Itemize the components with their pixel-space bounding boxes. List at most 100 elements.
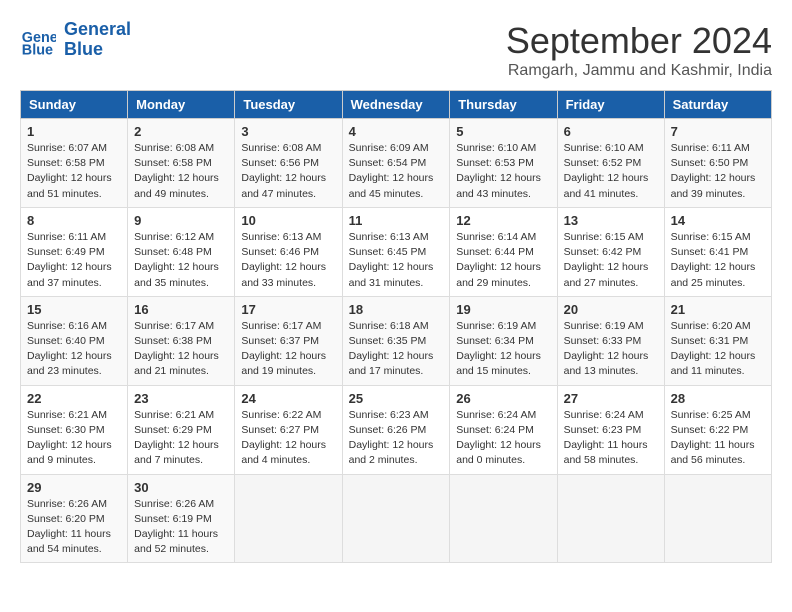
month-title: September 2024 (506, 20, 772, 62)
calendar-cell: 30 Sunrise: 6:26 AMSunset: 6:19 PMDaylig… (128, 474, 235, 563)
title-area: September 2024 Ramgarh, Jammu and Kashmi… (506, 20, 772, 80)
calendar-cell: 20 Sunrise: 6:19 AMSunset: 6:33 PMDaylig… (557, 296, 664, 385)
day-info: Sunrise: 6:09 AMSunset: 6:54 PMDaylight:… (349, 141, 444, 202)
column-header-friday: Friday (557, 91, 664, 119)
logo-text-general: General (64, 20, 131, 40)
day-number: 10 (241, 213, 335, 228)
day-number: 13 (564, 213, 658, 228)
day-info: Sunrise: 6:26 AMSunset: 6:19 PMDaylight:… (134, 497, 228, 558)
column-header-saturday: Saturday (664, 91, 771, 119)
calendar-cell: 4 Sunrise: 6:09 AMSunset: 6:54 PMDayligh… (342, 119, 450, 208)
calendar-cell: 1 Sunrise: 6:07 AMSunset: 6:58 PMDayligh… (21, 119, 128, 208)
calendar-week-row: 1 Sunrise: 6:07 AMSunset: 6:58 PMDayligh… (21, 119, 772, 208)
calendar-cell: 8 Sunrise: 6:11 AMSunset: 6:49 PMDayligh… (21, 207, 128, 296)
day-info: Sunrise: 6:10 AMSunset: 6:53 PMDaylight:… (456, 141, 550, 202)
day-info: Sunrise: 6:17 AMSunset: 6:38 PMDaylight:… (134, 319, 228, 380)
day-info: Sunrise: 6:12 AMSunset: 6:48 PMDaylight:… (134, 230, 228, 291)
calendar-week-row: 15 Sunrise: 6:16 AMSunset: 6:40 PMDaylig… (21, 296, 772, 385)
day-number: 11 (349, 213, 444, 228)
calendar-cell (557, 474, 664, 563)
calendar-cell: 21 Sunrise: 6:20 AMSunset: 6:31 PMDaylig… (664, 296, 771, 385)
calendar-cell: 14 Sunrise: 6:15 AMSunset: 6:41 PMDaylig… (664, 207, 771, 296)
day-number: 22 (27, 391, 121, 406)
day-info: Sunrise: 6:08 AMSunset: 6:56 PMDaylight:… (241, 141, 335, 202)
day-number: 6 (564, 124, 658, 139)
column-header-thursday: Thursday (450, 91, 557, 119)
day-number: 16 (134, 302, 228, 317)
day-info: Sunrise: 6:21 AMSunset: 6:30 PMDaylight:… (27, 408, 121, 469)
day-info: Sunrise: 6:18 AMSunset: 6:35 PMDaylight:… (349, 319, 444, 380)
calendar-cell: 25 Sunrise: 6:23 AMSunset: 6:26 PMDaylig… (342, 385, 450, 474)
day-number: 30 (134, 480, 228, 495)
column-header-monday: Monday (128, 91, 235, 119)
day-number: 27 (564, 391, 658, 406)
day-number: 9 (134, 213, 228, 228)
day-number: 24 (241, 391, 335, 406)
day-number: 1 (27, 124, 121, 139)
day-number: 12 (456, 213, 550, 228)
day-number: 18 (349, 302, 444, 317)
day-info: Sunrise: 6:14 AMSunset: 6:44 PMDaylight:… (456, 230, 550, 291)
day-number: 7 (671, 124, 765, 139)
day-number: 23 (134, 391, 228, 406)
day-number: 26 (456, 391, 550, 406)
logo: General Blue General Blue (20, 20, 131, 60)
day-number: 21 (671, 302, 765, 317)
day-info: Sunrise: 6:19 AMSunset: 6:34 PMDaylight:… (456, 319, 550, 380)
calendar-cell: 2 Sunrise: 6:08 AMSunset: 6:58 PMDayligh… (128, 119, 235, 208)
calendar-cell: 5 Sunrise: 6:10 AMSunset: 6:53 PMDayligh… (450, 119, 557, 208)
calendar-cell: 6 Sunrise: 6:10 AMSunset: 6:52 PMDayligh… (557, 119, 664, 208)
day-info: Sunrise: 6:16 AMSunset: 6:40 PMDaylight:… (27, 319, 121, 380)
calendar-cell: 9 Sunrise: 6:12 AMSunset: 6:48 PMDayligh… (128, 207, 235, 296)
calendar-week-row: 8 Sunrise: 6:11 AMSunset: 6:49 PMDayligh… (21, 207, 772, 296)
day-number: 20 (564, 302, 658, 317)
day-info: Sunrise: 6:19 AMSunset: 6:33 PMDaylight:… (564, 319, 658, 380)
day-info: Sunrise: 6:11 AMSunset: 6:49 PMDaylight:… (27, 230, 121, 291)
calendar-cell: 17 Sunrise: 6:17 AMSunset: 6:37 PMDaylig… (235, 296, 342, 385)
calendar-week-row: 22 Sunrise: 6:21 AMSunset: 6:30 PMDaylig… (21, 385, 772, 474)
day-info: Sunrise: 6:15 AMSunset: 6:41 PMDaylight:… (671, 230, 765, 291)
calendar-cell: 13 Sunrise: 6:15 AMSunset: 6:42 PMDaylig… (557, 207, 664, 296)
day-info: Sunrise: 6:07 AMSunset: 6:58 PMDaylight:… (27, 141, 121, 202)
day-info: Sunrise: 6:21 AMSunset: 6:29 PMDaylight:… (134, 408, 228, 469)
day-number: 17 (241, 302, 335, 317)
calendar-week-row: 29 Sunrise: 6:26 AMSunset: 6:20 PMDaylig… (21, 474, 772, 563)
location: Ramgarh, Jammu and Kashmir, India (506, 62, 772, 80)
day-number: 8 (27, 213, 121, 228)
day-number: 4 (349, 124, 444, 139)
day-info: Sunrise: 6:15 AMSunset: 6:42 PMDaylight:… (564, 230, 658, 291)
calendar-cell: 16 Sunrise: 6:17 AMSunset: 6:38 PMDaylig… (128, 296, 235, 385)
day-info: Sunrise: 6:13 AMSunset: 6:46 PMDaylight:… (241, 230, 335, 291)
calendar-cell (235, 474, 342, 563)
header: General Blue General Blue September 2024… (20, 20, 772, 80)
day-number: 29 (27, 480, 121, 495)
calendar-cell: 24 Sunrise: 6:22 AMSunset: 6:27 PMDaylig… (235, 385, 342, 474)
day-info: Sunrise: 6:22 AMSunset: 6:27 PMDaylight:… (241, 408, 335, 469)
calendar-cell: 29 Sunrise: 6:26 AMSunset: 6:20 PMDaylig… (21, 474, 128, 563)
calendar-header-row: SundayMondayTuesdayWednesdayThursdayFrid… (21, 91, 772, 119)
day-info: Sunrise: 6:20 AMSunset: 6:31 PMDaylight:… (671, 319, 765, 380)
day-number: 25 (349, 391, 444, 406)
calendar-cell: 3 Sunrise: 6:08 AMSunset: 6:56 PMDayligh… (235, 119, 342, 208)
calendar-cell (664, 474, 771, 563)
day-info: Sunrise: 6:26 AMSunset: 6:20 PMDaylight:… (27, 497, 121, 558)
calendar-cell: 19 Sunrise: 6:19 AMSunset: 6:34 PMDaylig… (450, 296, 557, 385)
day-number: 28 (671, 391, 765, 406)
calendar-cell: 22 Sunrise: 6:21 AMSunset: 6:30 PMDaylig… (21, 385, 128, 474)
day-info: Sunrise: 6:24 AMSunset: 6:24 PMDaylight:… (456, 408, 550, 469)
logo-text-blue: Blue (64, 40, 131, 60)
day-info: Sunrise: 6:11 AMSunset: 6:50 PMDaylight:… (671, 141, 765, 202)
calendar-cell: 12 Sunrise: 6:14 AMSunset: 6:44 PMDaylig… (450, 207, 557, 296)
svg-text:Blue: Blue (22, 42, 53, 58)
column-header-sunday: Sunday (21, 91, 128, 119)
calendar-cell: 27 Sunrise: 6:24 AMSunset: 6:23 PMDaylig… (557, 385, 664, 474)
calendar-cell: 18 Sunrise: 6:18 AMSunset: 6:35 PMDaylig… (342, 296, 450, 385)
day-info: Sunrise: 6:17 AMSunset: 6:37 PMDaylight:… (241, 319, 335, 380)
calendar-table: SundayMondayTuesdayWednesdayThursdayFrid… (20, 90, 772, 563)
logo-icon: General Blue (20, 22, 56, 58)
day-number: 2 (134, 124, 228, 139)
day-info: Sunrise: 6:23 AMSunset: 6:26 PMDaylight:… (349, 408, 444, 469)
column-header-wednesday: Wednesday (342, 91, 450, 119)
calendar-cell: 10 Sunrise: 6:13 AMSunset: 6:46 PMDaylig… (235, 207, 342, 296)
calendar-cell (450, 474, 557, 563)
